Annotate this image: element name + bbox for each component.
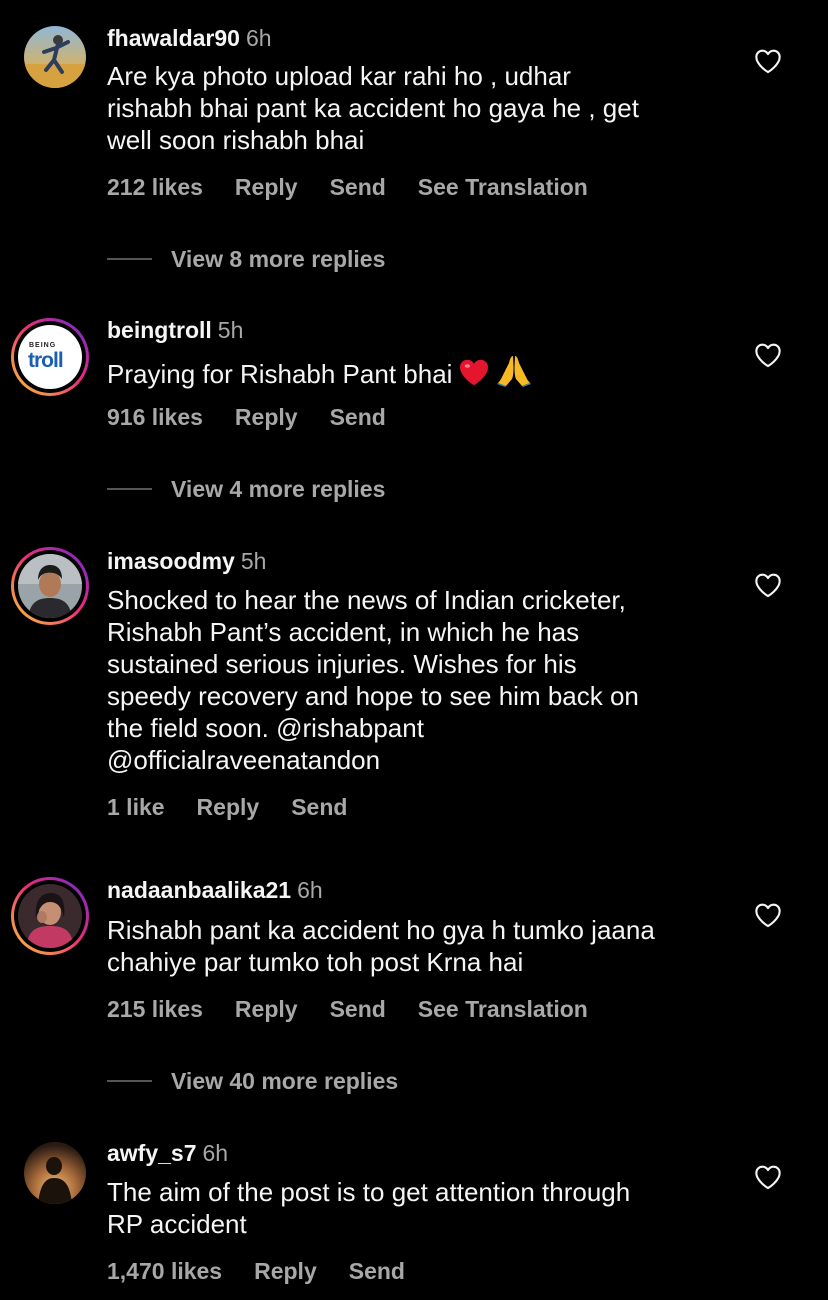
see-translation-button[interactable]: See Translation xyxy=(418,174,588,200)
avatar-logo-top: BEING xyxy=(29,342,57,349)
red-heart-emoji xyxy=(458,357,490,394)
likes-count[interactable]: 1 like xyxy=(107,794,165,820)
comment-header: awfy_s7 6h xyxy=(107,1139,228,1167)
reply-button[interactable]: Reply xyxy=(235,174,298,200)
comment-header: imasoodmy 5h xyxy=(107,547,266,575)
send-button[interactable]: Send xyxy=(291,794,347,820)
heart-outline-icon[interactable] xyxy=(754,1164,782,1190)
avatar-story-ring[interactable]: BEING troll xyxy=(11,318,89,396)
avatar-story-ring[interactable] xyxy=(11,547,89,625)
avatar-image xyxy=(18,884,82,948)
view-replies-label[interactable]: View 8 more replies xyxy=(171,246,385,273)
comment-text: Praying for Rishabh Pant bhai xyxy=(107,353,727,394)
heart-outline-icon[interactable] xyxy=(754,342,782,368)
timestamp: 5h xyxy=(217,317,244,343)
heart-outline-icon[interactable] xyxy=(754,572,782,598)
comment-text: The aim of the post is to get attention … xyxy=(107,1177,631,1239)
avatar-image xyxy=(18,554,82,618)
comment-actions: 916 likes Reply Send xyxy=(107,403,418,431)
timestamp: 6h xyxy=(297,877,323,903)
avatar-logo-main: troll xyxy=(28,349,64,372)
avatar-image xyxy=(24,26,86,88)
username[interactable]: imasoodmy xyxy=(107,548,235,574)
view-replies-button[interactable]: View 8 more replies xyxy=(107,245,385,273)
see-translation-button[interactable]: See Translation xyxy=(418,996,588,1022)
username[interactable]: awfy_s7 xyxy=(107,1140,197,1166)
avatar-image xyxy=(24,1142,86,1204)
likes-count[interactable]: 1,470 likes xyxy=(107,1258,222,1284)
comment-actions: 215 likes Reply Send See Translation xyxy=(107,995,620,1023)
comment-text-body: Praying for Rishabh Pant bhai xyxy=(107,359,453,389)
send-button[interactable]: Send xyxy=(330,996,386,1022)
view-replies-button[interactable]: View 40 more replies xyxy=(107,1067,398,1095)
send-button[interactable]: Send xyxy=(349,1258,405,1284)
comment-header: fhawaldar90 6h xyxy=(107,24,272,52)
username[interactable]: fhawaldar90 xyxy=(107,25,240,51)
avatar[interactable] xyxy=(24,26,86,88)
comment-header: nadaanbaalika21 6h xyxy=(107,876,323,904)
username[interactable]: nadaanbaalika21 xyxy=(107,877,291,903)
comment-text: Are kya photo upload kar rahi ho , udhar… xyxy=(107,61,639,155)
view-replies-label[interactable]: View 4 more replies xyxy=(171,476,385,503)
timestamp: 6h xyxy=(245,25,272,51)
likes-count[interactable]: 212 likes xyxy=(107,174,203,200)
reply-button[interactable]: Reply xyxy=(235,404,298,430)
avatar[interactable] xyxy=(24,1142,86,1204)
comment-actions: 212 likes Reply Send See Translation xyxy=(107,173,620,201)
heart-outline-icon[interactable] xyxy=(754,902,782,928)
comment-actions: 1,470 likes Reply Send xyxy=(107,1257,437,1285)
heart-outline-icon[interactable] xyxy=(754,48,782,74)
reply-button[interactable]: Reply xyxy=(235,996,298,1022)
reply-button[interactable]: Reply xyxy=(254,1258,317,1284)
comment-text: Rishabh pant ka accident ho gya h tumko … xyxy=(107,915,655,977)
reply-button[interactable]: Reply xyxy=(197,794,260,820)
avatar-story-ring[interactable] xyxy=(11,877,89,955)
divider-line xyxy=(107,488,152,490)
likes-count[interactable]: 916 likes xyxy=(107,404,203,430)
likes-count[interactable]: 215 likes xyxy=(107,996,203,1022)
send-button[interactable]: Send xyxy=(330,174,386,200)
view-replies-label[interactable]: View 40 more replies xyxy=(171,1068,398,1095)
divider-line xyxy=(107,258,152,260)
timestamp: 6h xyxy=(202,1140,229,1166)
divider-line xyxy=(107,1080,152,1082)
comment-header: beingtroll 5h xyxy=(107,316,243,344)
username[interactable]: beingtroll xyxy=(107,317,212,343)
folded-hands-emoji xyxy=(496,353,532,394)
timestamp: 5h xyxy=(240,548,267,574)
avatar-image: BEING troll xyxy=(18,325,82,389)
send-button[interactable]: Send xyxy=(330,404,386,430)
comment-actions: 1 like Reply Send xyxy=(107,793,379,821)
view-replies-button[interactable]: View 4 more replies xyxy=(107,475,385,503)
comment-text: Shocked to hear the news of Indian crick… xyxy=(107,585,639,775)
